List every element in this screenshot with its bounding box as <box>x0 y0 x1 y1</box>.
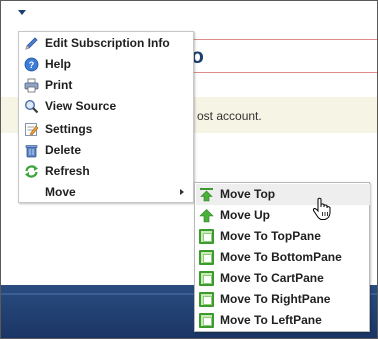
submenu-item-label: Move Top <box>220 187 276 201</box>
hand-cursor-icon <box>312 197 331 220</box>
pane-icon <box>199 229 214 244</box>
pane-icon <box>199 313 214 328</box>
refresh-icon <box>25 165 38 178</box>
submenu-item-label: Move To BottomPane <box>220 250 342 264</box>
menu-item-edit-subscription-info[interactable]: Edit Subscription Info <box>20 33 192 54</box>
menu-item-label: View Source <box>45 99 117 113</box>
pane-icon <box>199 271 214 286</box>
settings-icon <box>25 123 39 136</box>
pencil-icon <box>25 37 38 50</box>
menu-item-refresh[interactable]: Refresh <box>20 161 192 182</box>
menu-item-help[interactable]: ? Help <box>20 54 192 75</box>
submenu-item-label: Move To LeftPane <box>220 313 322 327</box>
submenu-arrow-icon <box>180 189 184 195</box>
submenu-item-label: Move To RightPane <box>220 292 331 306</box>
menu-item-move[interactable]: Move <box>20 182 192 203</box>
submenu-item-move-to-toppane[interactable]: Move To TopPane <box>196 226 370 247</box>
menu-item-label: Help <box>45 57 72 71</box>
submenu-item-move-to-leftpane[interactable]: Move To LeftPane <box>196 310 370 331</box>
submenu-item-label: Move To TopPane <box>220 229 321 243</box>
menu-item-view-source[interactable]: View Source <box>20 96 192 117</box>
action-menu-trigger-icon[interactable] <box>18 10 26 15</box>
submenu-item-move-to-bottompane[interactable]: Move To BottomPane <box>196 247 370 268</box>
menu-item-print[interactable]: Print <box>20 75 192 96</box>
magnifier-icon <box>24 99 39 114</box>
help-icon: ? <box>24 57 39 72</box>
submenu-item-move-to-cartpane[interactable]: Move To CartPane <box>196 268 370 289</box>
menu-item-label: Refresh <box>45 164 90 178</box>
pane-icon <box>199 250 214 265</box>
submenu-item-move-top[interactable]: Move Top <box>196 184 370 205</box>
menu-item-settings[interactable]: Settings <box>20 119 192 140</box>
move-top-icon <box>200 188 213 202</box>
menu-item-label: Delete <box>45 143 82 157</box>
submenu-item-label: Move To CartPane <box>220 271 324 285</box>
submenu-item-move-to-rightpane[interactable]: Move To RightPane <box>196 289 370 310</box>
action-menu: Edit Subscription Info ? Help Print View… <box>18 31 194 203</box>
submenu-item-label: Move Up <box>220 208 271 222</box>
menu-item-delete[interactable]: Delete <box>20 140 192 161</box>
pane-icon <box>199 292 214 307</box>
submenu-item-move-up[interactable]: Move Up <box>196 205 370 226</box>
menu-item-label: Edit Subscription Info <box>45 36 170 50</box>
notice-text-fragment: ost account. <box>197 109 262 123</box>
svg-text:?: ? <box>29 60 35 70</box>
delete-icon <box>25 145 38 158</box>
menu-item-label: Print <box>45 78 73 92</box>
move-up-icon <box>199 209 214 223</box>
move-submenu: Move Top Move Up Move To TopPane Move To… <box>194 182 370 332</box>
module-title-box <box>179 39 377 73</box>
menu-item-label: Settings <box>45 122 93 136</box>
menu-item-label: Move <box>45 185 76 199</box>
printer-icon <box>24 78 39 93</box>
page-frame: o ost account. Edit Subscription Info ? … <box>0 0 378 339</box>
